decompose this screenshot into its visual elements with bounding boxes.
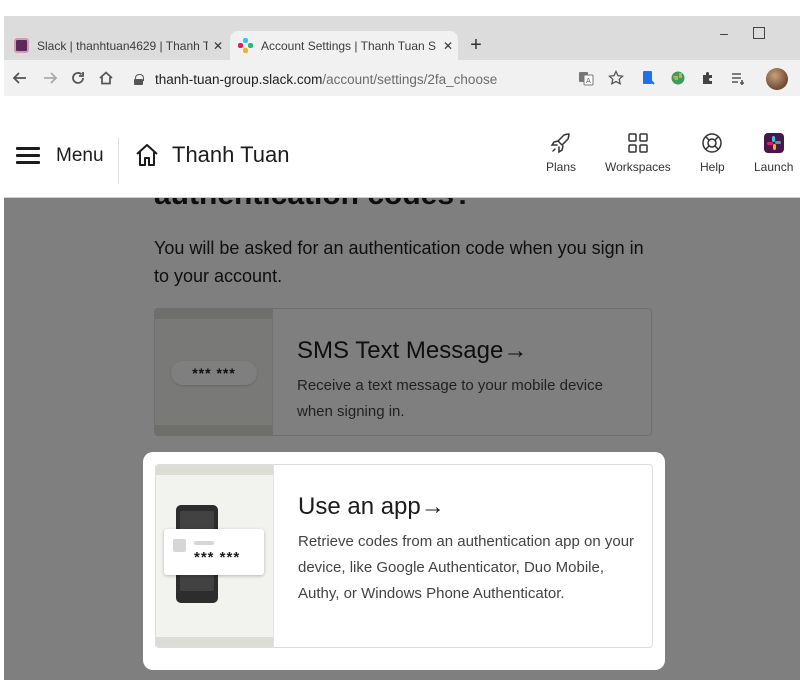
app-option-title: Use an app — [298, 493, 421, 520]
app-option-title-row: Use an app→ — [298, 493, 642, 521]
workspace-name: Thanh Tuan — [172, 142, 290, 167]
header-divider — [118, 138, 119, 184]
close-tab-icon[interactable]: ✕ — [438, 39, 458, 53]
arrow-right-icon: → — [420, 493, 445, 520]
address-bar[interactable]: thanh-tuan-group.slack.com/account/setti… — [122, 66, 622, 92]
plans-label: Plans — [546, 160, 577, 174]
extensions-puzzle-icon[interactable] — [698, 68, 718, 88]
app-option-description: Retrieve codes from an authentication ap… — [298, 533, 635, 602]
bookmark-star-icon[interactable] — [606, 68, 626, 88]
home-icon[interactable] — [96, 68, 116, 88]
authenticator-app-option-card[interactable]: *** *** Use an app→ Retrieve codes from … — [155, 464, 653, 648]
url-host: thanh-tuan-group.slack.com — [155, 71, 323, 87]
minimize-window-button[interactable]: – — [709, 25, 739, 41]
app-code-box: *** *** — [164, 529, 264, 575]
help-button[interactable]: Help — [700, 132, 725, 174]
tab-slack-workspace[interactable]: Slack | thanhtuan4629 | Thanh Tu ✕ — [8, 31, 228, 60]
slack-header: Menu Thanh Tuan Plans Workspaces Help La… — [4, 96, 800, 198]
home-icon — [136, 144, 158, 166]
url-path: /account/settings/2fa_choose — [322, 71, 498, 87]
grid-icon — [628, 133, 648, 153]
settings-content: authentication codes? You will be asked … — [4, 198, 800, 680]
help-lifebuoy-icon — [702, 133, 723, 153]
highlight-frame: *** *** Use an app→ Retrieve codes from … — [143, 452, 665, 670]
close-tab-icon[interactable]: ✕ — [208, 39, 228, 53]
extension-docs-icon[interactable] — [638, 68, 658, 88]
svg-text:A: A — [586, 77, 591, 85]
forward-arrow-icon[interactable] — [40, 68, 60, 88]
launch-button[interactable]: Launch — [754, 132, 793, 174]
extension-globe-icon[interactable] — [668, 68, 688, 88]
hamburger-icon — [16, 147, 40, 165]
tab-title: Account Settings | Thanh Tuan S — [261, 38, 437, 53]
launch-label: Launch — [754, 160, 794, 174]
rocket-icon — [550, 133, 570, 154]
tab-account-settings[interactable]: Account Settings | Thanh Tuan S ✕ — [230, 31, 458, 60]
workspace-home-link[interactable]: Thanh Tuan — [134, 142, 289, 168]
slack-favicon-icon — [238, 38, 253, 53]
reading-list-icon[interactable] — [728, 68, 748, 88]
app-illustration: *** *** — [156, 465, 274, 647]
new-tab-button[interactable]: + — [466, 33, 486, 57]
tab-title: Slack | thanhtuan4629 | Thanh Tu — [37, 38, 208, 53]
menu-button[interactable]: Menu — [16, 145, 104, 167]
profile-avatar[interactable] — [766, 68, 788, 90]
plans-button[interactable]: Plans — [546, 132, 576, 174]
slack-logo-icon — [763, 133, 784, 153]
browser-window: Slack | thanhtuan4629 | Thanh Tu ✕ Accou… — [4, 16, 800, 680]
lock-icon — [134, 73, 144, 85]
workspaces-label: Workspaces — [605, 160, 671, 174]
app-code-sample: *** *** — [194, 549, 241, 566]
reload-icon[interactable] — [68, 68, 88, 88]
maximize-window-button[interactable] — [753, 27, 765, 39]
help-label: Help — [700, 160, 725, 174]
tab-strip: Slack | thanhtuan4629 | Thanh Tu ✕ Accou… — [4, 16, 800, 60]
browser-toolbar: thanh-tuan-group.slack.com/account/setti… — [4, 60, 800, 96]
menu-label: Menu — [56, 145, 104, 166]
slack-favicon-icon — [14, 38, 29, 53]
translate-icon[interactable]: A — [576, 68, 596, 88]
back-arrow-icon[interactable] — [10, 68, 30, 88]
workspaces-button[interactable]: Workspaces — [605, 132, 671, 174]
app-option-body: Use an app→ Retrieve codes from an authe… — [298, 493, 642, 607]
